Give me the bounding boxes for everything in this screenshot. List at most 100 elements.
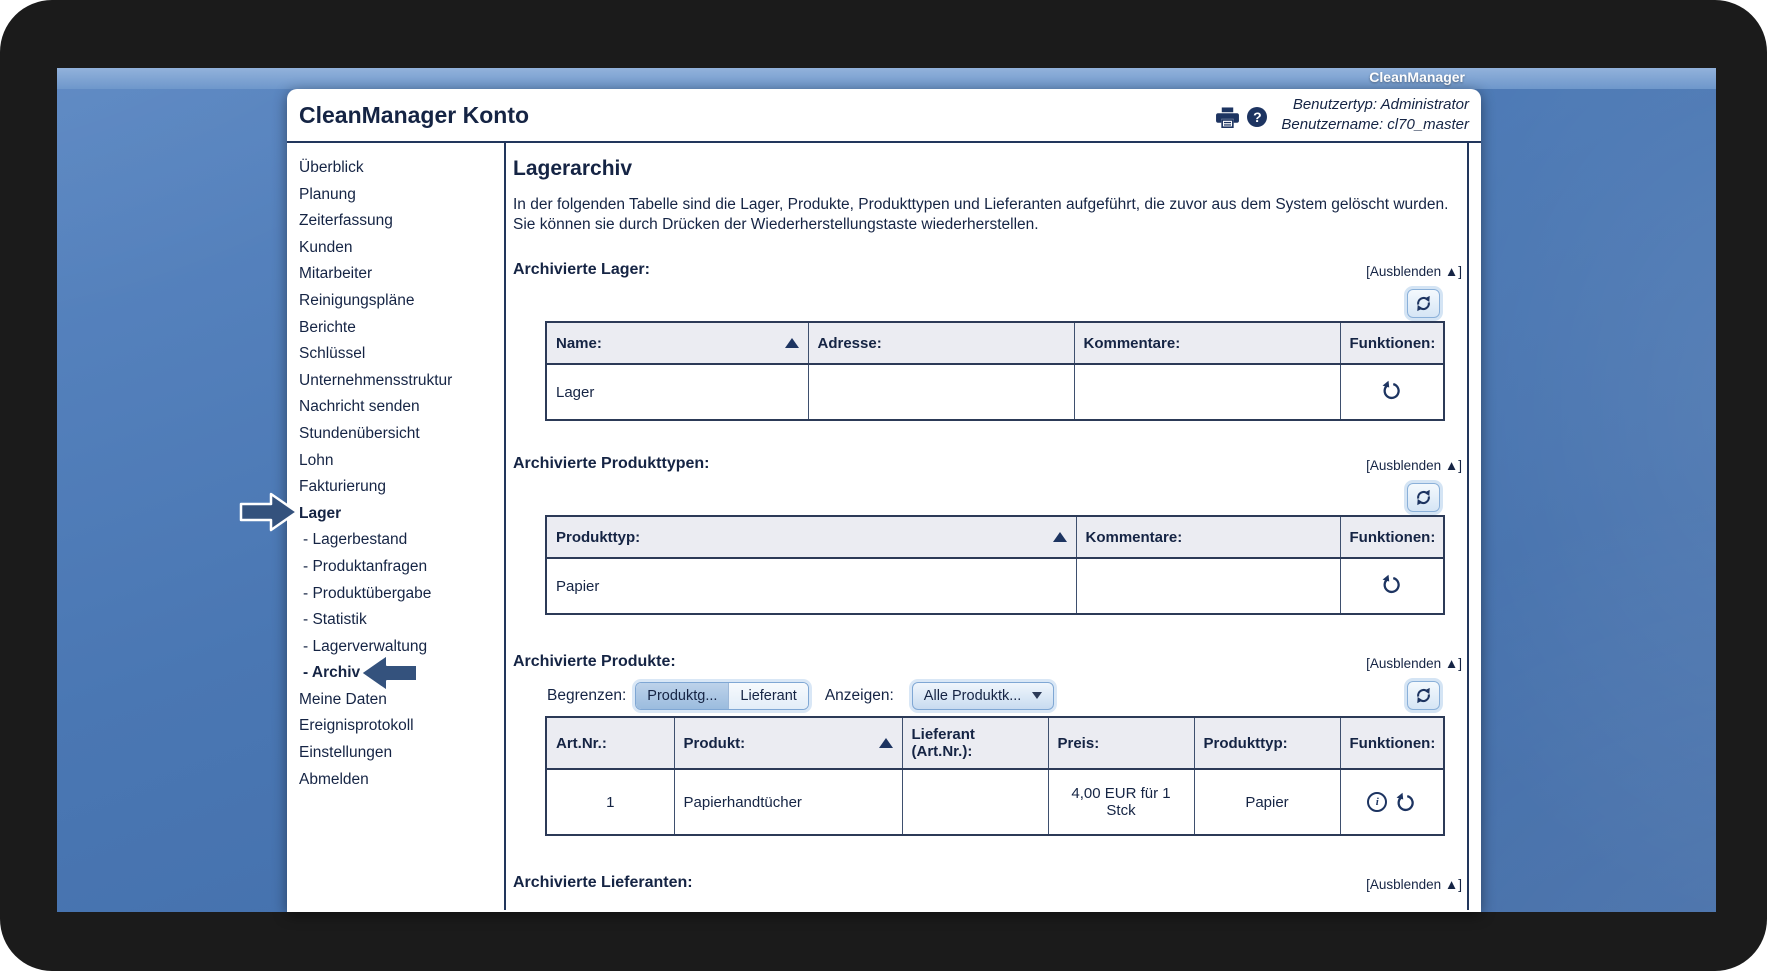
column-header-produkt-label: Produkt:	[683, 734, 746, 752]
sidebar-item-mitarbeiter[interactable]: Mitarbeiter	[299, 261, 504, 288]
sort-asc-icon	[784, 338, 799, 348]
column-header-produkttyp-label: Produkttyp:	[556, 528, 641, 546]
produkte-filter-row: Begrenzen: Produktg... Lieferant Anzeige…	[547, 681, 1440, 710]
sidebar-item-lagerbestand[interactable]: - Lagerbestand	[299, 527, 504, 554]
section-head-lager: Archivierte Lager: [Ausblenden ▲]	[513, 261, 1462, 279]
column-header-produkt[interactable]: Produkt:	[673, 716, 903, 770]
intro-text: In der folgenden Tabelle sind die Lager,…	[513, 195, 1462, 235]
table-archivierte-produkttypen: Produkttyp: Kommentare: Funktionen: Papi…	[545, 515, 1445, 615]
restore-icon	[1382, 574, 1400, 593]
sidebar-item-lohn[interactable]: Lohn	[299, 448, 504, 475]
cell-adresse	[807, 363, 1075, 421]
sidebar-item-kunden[interactable]: Kunden	[299, 235, 504, 262]
page-title: Lagerarchiv	[513, 157, 633, 180]
column-header-artnr[interactable]: Art.Nr.:	[545, 716, 675, 770]
table-header-row: Produkttyp: Kommentare: Funktionen:	[545, 515, 1445, 559]
cell-produkt: Papierhandtücher	[673, 768, 903, 836]
sidebar-item-nachricht-senden[interactable]: Nachricht senden	[299, 394, 504, 421]
table-row: Lager	[545, 363, 1445, 421]
sort-asc-icon	[878, 738, 893, 748]
section-head-produkttypen: Archivierte Produkttypen: [Ausblenden ▲]	[513, 455, 1462, 473]
sidebar-item-fakturierung[interactable]: Fakturierung	[299, 474, 504, 501]
column-header-funktionen: Funktionen:	[1339, 716, 1445, 770]
print-icon[interactable]	[1216, 106, 1240, 128]
sidebar-item-statistik[interactable]: - Statistik	[299, 607, 504, 634]
section-heading-archivierte-lieferanten: Archivierte Lieferanten:	[513, 874, 693, 891]
section-heading-archivierte-produkttypen: Archivierte Produkttypen:	[513, 455, 710, 472]
app-window: CleanManager Konto ? Benutzertyp: Admini…	[287, 89, 1481, 912]
os-window-title: CleanManager	[1369, 69, 1465, 85]
user-info: Benutzertyp: Administrator Benutzername:…	[1281, 95, 1469, 135]
hide-toggle-produkte[interactable]: [Ausblenden ▲]	[1366, 656, 1462, 671]
restore-button[interactable]	[1381, 380, 1402, 401]
main-content: Lagerarchiv In der folgenden Tabelle sin…	[504, 143, 1469, 910]
column-header-kommentare[interactable]: Kommentare:	[1075, 515, 1341, 559]
column-header-funktionen: Funktionen:	[1339, 321, 1445, 365]
hide-toggle-produkttypen[interactable]: [Ausblenden ▲]	[1366, 458, 1462, 473]
restore-button[interactable]	[1381, 574, 1402, 595]
intro-line-1: In der folgenden Tabelle sind die Lager,…	[513, 196, 1449, 213]
cell-funktionen	[1339, 557, 1445, 615]
sidebar-item-planung[interactable]: Planung	[299, 182, 504, 209]
sidebar-item-berichte[interactable]: Berichte	[299, 315, 504, 342]
sidebar-item-unternehmensstruktur[interactable]: Unternehmensstruktur	[299, 368, 504, 395]
sidebar-item-lager[interactable]: Lager	[299, 501, 504, 528]
filter-produktgruppe-button[interactable]: Produktg...	[636, 682, 729, 709]
intro-line-2: Sie können sie durch Drücken der Wiederh…	[513, 216, 1039, 233]
refresh-icon	[1417, 489, 1430, 506]
refresh-button-produkttypen[interactable]	[1407, 483, 1440, 512]
restore-button[interactable]	[1395, 792, 1416, 813]
cell-lieferant	[901, 768, 1049, 836]
desktop-background: CleanManager CleanManager Konto ? Benutz…	[57, 68, 1716, 912]
sidebar-item-einstellungen[interactable]: Einstellungen	[299, 740, 504, 767]
hide-toggle-lager[interactable]: [Ausblenden ▲]	[1366, 264, 1462, 279]
sidebar-item-abmelden[interactable]: Abmelden	[299, 767, 504, 794]
cell-name: Lager	[545, 363, 809, 421]
column-header-produkttyp[interactable]: Produkttyp:	[1193, 716, 1341, 770]
sidebar-item-schluessel[interactable]: Schlüssel	[299, 341, 504, 368]
sort-asc-icon	[1052, 532, 1067, 542]
annotation-arrow-archiv	[360, 654, 418, 692]
user-type-text: Benutzertyp: Administrator	[1292, 96, 1469, 113]
sidebar-item-reinigungsplaene[interactable]: Reinigungspläne	[299, 288, 504, 315]
sidebar-item-produktanfragen[interactable]: - Produktanfragen	[299, 554, 504, 581]
dropdown-value: Alle Produktk...	[923, 687, 1022, 704]
sidebar-item-stundenuebersicht[interactable]: Stundenübersicht	[299, 421, 504, 448]
table-archivierte-lager: Name: Adresse: Kommentare: Funktionen: L…	[545, 321, 1445, 421]
section-heading-archivierte-lager: Archivierte Lager:	[513, 261, 650, 278]
refresh-icon	[1417, 295, 1430, 312]
info-button[interactable]: i	[1367, 792, 1388, 812]
window-body: Überblick Planung Zeiterfassung Kunden M…	[287, 143, 1481, 910]
column-header-lieferant[interactable]: Lieferant (Art.Nr.):	[901, 716, 1049, 770]
user-name-text: Benutzername: cl70_master	[1281, 116, 1469, 133]
cell-kommentare	[1073, 363, 1341, 421]
section-heading-archivierte-produkte: Archivierte Produkte:	[513, 653, 676, 670]
filter-lieferant-button[interactable]: Lieferant	[728, 682, 808, 709]
sidebar-item-produktuebergabe[interactable]: - Produktübergabe	[299, 581, 504, 608]
section-head-produkte: Archivierte Produkte: [Ausblenden ▲]	[513, 653, 1462, 671]
table-header-row: Art.Nr.: Produkt: Lieferant (Art.Nr.): P…	[545, 716, 1445, 770]
section-head-lieferanten: Archivierte Lieferanten: [Ausblenden ▲]	[513, 874, 1462, 892]
table-row: 1 Papierhandtücher 4,00 EUR für 1 Stck P…	[545, 768, 1445, 836]
hide-toggle-lieferanten[interactable]: [Ausblenden ▲]	[1366, 877, 1462, 892]
refresh-icon	[1417, 687, 1430, 704]
header-icons: ?	[1216, 106, 1268, 128]
column-header-produkttyp[interactable]: Produkttyp:	[545, 515, 1077, 559]
cell-kommentare	[1075, 557, 1341, 615]
sidebar-item-ereignisprotokoll[interactable]: Ereignisprotokoll	[299, 713, 504, 740]
refresh-button-lager[interactable]	[1407, 289, 1440, 318]
column-header-name[interactable]: Name:	[545, 321, 809, 365]
sidebar-item-zeiterfassung[interactable]: Zeiterfassung	[299, 208, 504, 235]
begrenzen-segmented-control: Produktg... Lieferant	[635, 681, 809, 710]
refresh-button-produkte[interactable]	[1407, 681, 1440, 710]
cell-produkttyp: Papier	[545, 557, 1077, 615]
produktkategorie-dropdown[interactable]: Alle Produktk...	[911, 681, 1055, 710]
table-row: Papier	[545, 557, 1445, 615]
help-icon[interactable]: ?	[1247, 107, 1268, 127]
sidebar: Überblick Planung Zeiterfassung Kunden M…	[287, 143, 504, 910]
sidebar-item-ueberblick[interactable]: Überblick	[299, 155, 504, 182]
column-header-kommentare[interactable]: Kommentare:	[1073, 321, 1341, 365]
annotation-arrow-lager	[239, 492, 299, 532]
column-header-adresse[interactable]: Adresse:	[807, 321, 1075, 365]
column-header-preis[interactable]: Preis:	[1047, 716, 1195, 770]
